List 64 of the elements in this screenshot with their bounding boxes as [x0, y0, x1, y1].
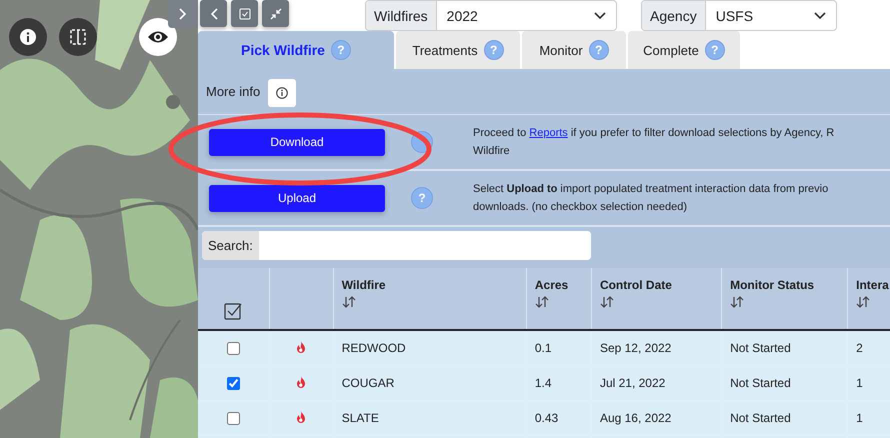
chevron-right-icon	[179, 8, 187, 20]
filter-select[interactable]: Agency USFS	[641, 0, 837, 31]
select-button[interactable]	[231, 0, 258, 27]
sort-icon[interactable]	[534, 296, 549, 308]
table-cell: 0.43	[534, 411, 558, 425]
search-field[interactable]: Search:	[202, 231, 591, 260]
select-all-icon[interactable]	[224, 302, 242, 320]
collapse-icon	[270, 8, 282, 20]
more-info-button[interactable]	[268, 79, 296, 107]
info-icon	[276, 87, 288, 99]
fire-icon	[296, 410, 306, 422]
tab[interactable]: Pick Wildfire ?	[198, 31, 394, 69]
back-button[interactable]	[200, 0, 227, 27]
tab[interactable]: Treatments ?	[396, 31, 520, 69]
table-cell: 0.1	[534, 341, 552, 355]
table-cell: 1.4	[534, 376, 552, 390]
sort-icon[interactable]	[730, 296, 744, 308]
table-cell: Not Started	[730, 376, 791, 390]
filter-value: USFS	[716, 8, 754, 24]
table-cell: 2	[856, 341, 863, 355]
column-header[interactable]: Control Date	[600, 278, 714, 292]
fire-icon	[296, 376, 306, 388]
search-label: Search:	[202, 231, 259, 260]
description-text: Select Upload to import populated treatment interaction data from previo downloads. (no checkbox selection needed)	[473, 182, 828, 215]
column-header[interactable]: Intera	[856, 278, 890, 292]
chevron-down-icon	[814, 12, 826, 20]
row-checkbox[interactable]	[226, 412, 240, 426]
tab[interactable]: Complete ?	[628, 31, 740, 69]
expand-button[interactable]	[168, 0, 198, 28]
table-cell: REDWOOD	[342, 341, 406, 355]
tab[interactable]: Monitor ?	[522, 31, 626, 69]
action-button[interactable]: Download	[209, 128, 385, 156]
split-view-icon	[70, 29, 86, 45]
filter-select[interactable]: Wildfires 2022	[365, 0, 617, 31]
description-text: Proceed to Reports if you prefer to filter download selections by Agency, R Wildfire	[473, 126, 834, 159]
filter-label: Agency	[642, 1, 706, 30]
table-cell: COUGAR	[342, 376, 394, 390]
checkbox-icon	[238, 8, 250, 20]
filter-label: Wildfires	[366, 1, 437, 30]
reports-link[interactable]: Reports	[529, 127, 568, 139]
row-checkbox[interactable]	[226, 377, 240, 390]
sort-icon[interactable]	[600, 296, 614, 308]
table-cell: Sep 12, 2022	[600, 341, 672, 355]
chevron-left-icon	[210, 8, 218, 20]
table-cell: Not Started	[730, 341, 791, 355]
column-header[interactable]: Acres	[534, 278, 583, 292]
info-icon	[20, 29, 36, 45]
table-cell: Aug 16, 2022	[600, 411, 672, 425]
sort-icon[interactable]	[342, 296, 356, 308]
table-cell: Jul 21, 2022	[600, 376, 666, 390]
more-info-label: More info	[206, 83, 260, 101]
sort-icon[interactable]	[856, 296, 870, 308]
column-header[interactable]: Monitor Status	[730, 278, 840, 292]
table-cell: Not Started	[730, 411, 791, 425]
table-cell: 1	[856, 376, 863, 390]
table-cell: SLATE	[342, 411, 379, 425]
filter-value: 2022	[446, 8, 478, 24]
fire-icon	[296, 340, 306, 352]
table-cell: 1	[856, 411, 863, 425]
action-button[interactable]: Upload	[209, 184, 385, 212]
collapse-button[interactable]	[262, 0, 289, 27]
chevron-down-icon	[594, 12, 606, 20]
row-checkbox[interactable]	[226, 342, 240, 356]
eye-icon	[148, 30, 168, 44]
